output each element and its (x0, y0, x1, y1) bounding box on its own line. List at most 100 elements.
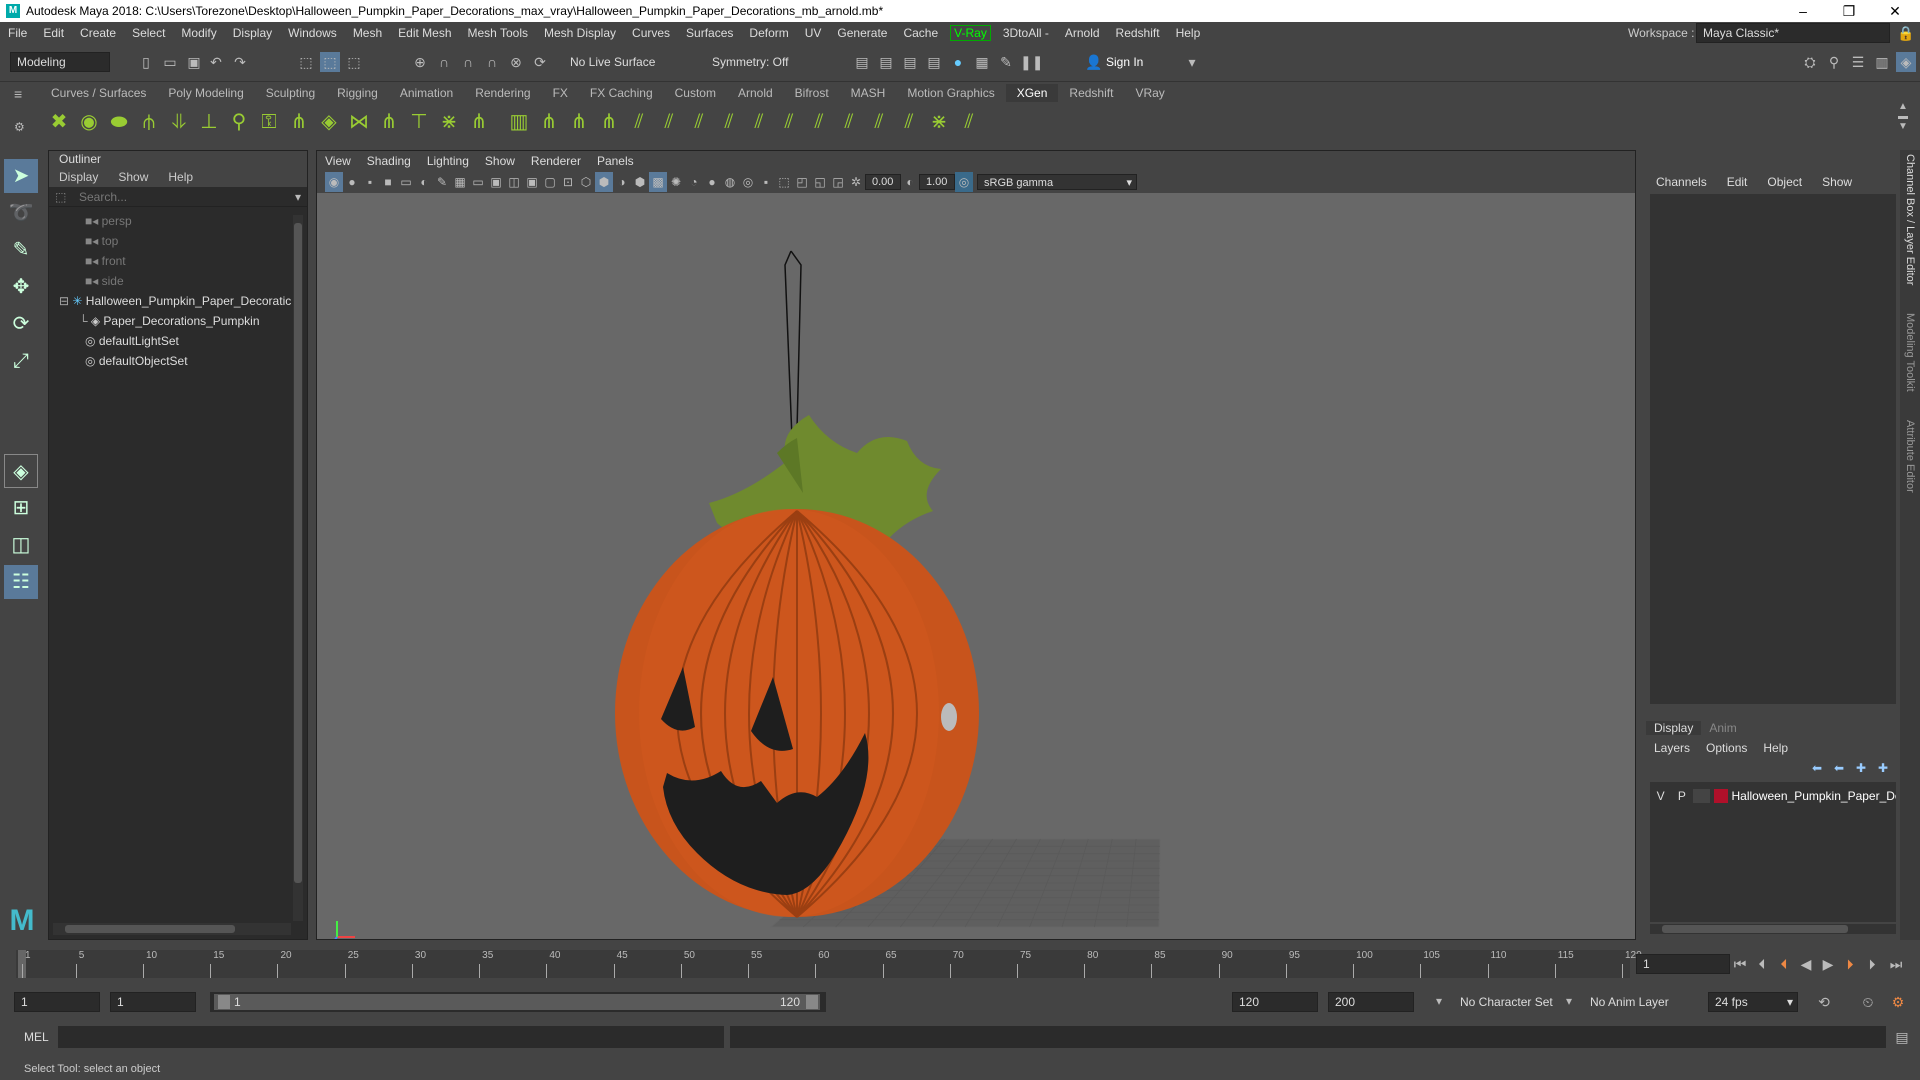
tab-poly-modeling[interactable]: Poly Modeling (157, 84, 254, 102)
open-scene-icon[interactable]: ▭ (160, 52, 180, 72)
script-editor-icon[interactable]: ▤ (1892, 1027, 1912, 1047)
field-chart-icon[interactable]: ▣ (523, 172, 541, 192)
menu-vray[interactable]: V-Ray (950, 25, 991, 41)
viewport-canvas[interactable]: persp (317, 193, 1635, 939)
layer-name[interactable]: Halloween_Pumpkin_Paper_De (1732, 789, 1897, 803)
xgen-brush-comb-icon[interactable]: ⫽ (624, 106, 654, 138)
select-tool-icon[interactable]: ➤ (4, 159, 38, 193)
isolate-select-icon[interactable]: ⬚ (775, 172, 793, 192)
snap-live-icon[interactable]: ⟳ (530, 52, 550, 72)
channel-menu-object[interactable]: Object (1757, 175, 1812, 189)
chevron-down-icon[interactable]: ▾ (1182, 52, 1202, 72)
rotate-tool-icon[interactable]: ⟳ (4, 307, 38, 341)
select-camera-icon[interactable]: ◉ (325, 172, 343, 192)
toggle-channel-box-icon[interactable]: ▥ (1872, 52, 1892, 72)
snap-point-icon[interactable]: ∩ (458, 52, 478, 72)
outliner-hscrollbar[interactable] (53, 923, 291, 935)
safe-title-icon[interactable]: ⊡ (559, 172, 577, 192)
go-to-end-icon[interactable]: ⏭ (1886, 954, 1906, 974)
shelf-scroll-arrows[interactable]: ▲ ▬ ▼ (1898, 102, 1908, 132)
snap-surface-icon[interactable]: ⊗ (506, 52, 526, 72)
xgen-sculpt-guide-icon[interactable]: ⊥ (194, 106, 224, 138)
xgen-interactive-groom-icon[interactable]: ▥ (504, 106, 534, 138)
menu-curves[interactable]: Curves (624, 26, 678, 40)
move-layer-down-icon[interactable]: ⬅ (1828, 758, 1850, 778)
lock-camera-icon[interactable]: ● (343, 172, 361, 192)
gate-mask-icon[interactable]: ◫ (505, 172, 523, 192)
xgen-guides-icon[interactable]: ⋔ (284, 106, 314, 138)
loop-icon[interactable]: ⟲ (1814, 992, 1834, 1012)
select-component-icon[interactable]: ⬚ (344, 52, 364, 72)
outliner-item-top[interactable]: ■◂ top (49, 231, 307, 251)
xgen-brush-coil-icon[interactable]: ⫽ (894, 106, 924, 138)
xgen-noise-icon[interactable]: ⋇ (434, 106, 464, 138)
ipr-render-icon[interactable]: ▤ (900, 52, 920, 72)
save-scene-icon[interactable]: ▣ (184, 52, 204, 72)
range-start-handle[interactable] (218, 995, 230, 1009)
new-scene-icon[interactable]: ▯ (136, 52, 156, 72)
xgen-brush-length-icon[interactable]: ⫽ (744, 106, 774, 138)
tab-animation[interactable]: Animation (389, 84, 464, 102)
xgen-coil-icon[interactable]: ⋔ (464, 106, 494, 138)
menu-modify[interactable]: Modify (173, 26, 224, 40)
menu-mesh-tools[interactable]: Mesh Tools (460, 26, 536, 40)
menu-3dtoall[interactable]: 3DtoAll - (995, 26, 1057, 40)
camera-attributes-icon[interactable]: ▪ (361, 172, 379, 192)
xray-icon[interactable]: ◰ (793, 172, 811, 192)
render-view-icon[interactable]: ▤ (852, 52, 872, 72)
color-management-icon[interactable]: ◎ (955, 172, 973, 192)
xgen-groom-icon[interactable]: ⬬ (104, 106, 134, 138)
collapse-icon[interactable]: ⊟ (59, 294, 72, 308)
outliner-item-side[interactable]: ■◂ side (49, 271, 307, 291)
xgen-brush-part-icon[interactable]: ⫽ (834, 106, 864, 138)
snap-curve-icon[interactable]: ∩ (434, 52, 454, 72)
tab-sculpting[interactable]: Sculpting (255, 84, 326, 102)
xgen-brush-clump-icon[interactable]: ⫽ (804, 106, 834, 138)
menu-surfaces[interactable]: Surfaces (678, 26, 741, 40)
menu-select[interactable]: Select (124, 26, 173, 40)
playback-end-field[interactable]: 120 (1232, 992, 1318, 1012)
move-layer-up-icon[interactable]: ⬅ (1806, 758, 1828, 778)
xgen-brush-select-icon[interactable]: ⫽ (954, 106, 984, 138)
outliner-item-group[interactable]: ⊟ ✳ Halloween_Pumpkin_Paper_Decoratic (49, 291, 307, 311)
viewport-menu-shading[interactable]: Shading (359, 151, 419, 171)
render-settings-icon[interactable]: ▤ (924, 52, 944, 72)
layers-menu-options[interactable]: Options (1698, 741, 1755, 755)
xgen-create-description-icon[interactable]: ◉ (74, 106, 104, 138)
xgen-brush-noise-icon[interactable]: ⫽ (864, 106, 894, 138)
xray-joints-icon[interactable]: ◲ (829, 172, 847, 192)
menu-generate[interactable]: Generate (829, 26, 895, 40)
hypershade-icon[interactable]: ● (948, 52, 968, 72)
menu-edit-mesh[interactable]: Edit Mesh (390, 26, 459, 40)
xgen-brush-grab-icon[interactable]: ⫽ (654, 106, 684, 138)
outliner-menu-display[interactable]: Display (49, 167, 108, 187)
menu-cache[interactable]: Cache (895, 26, 946, 40)
image-plane-icon[interactable]: ▭ (397, 172, 415, 192)
outliner-vscroll-thumb[interactable] (294, 223, 302, 883)
tab-curves-surfaces[interactable]: Curves / Surfaces (40, 84, 157, 102)
tab-rigging[interactable]: Rigging (326, 84, 389, 102)
xgen-layer-icon[interactable]: ◈ (314, 106, 344, 138)
render-setup-icon[interactable]: ▦ (972, 52, 992, 72)
range-end-handle[interactable] (806, 995, 818, 1009)
shadows-icon[interactable]: ◔ (685, 172, 703, 192)
2d-pan-zoom-icon[interactable]: ◐ (415, 172, 433, 192)
close-button[interactable]: ✕ (1872, 0, 1918, 22)
symmetry-dropdown[interactable]: Symmetry: Off (712, 55, 788, 69)
xgen-editor-icon[interactable]: ✖ (44, 106, 74, 138)
layer-playback-toggle[interactable]: P (1671, 789, 1692, 803)
outliner-item-mesh[interactable]: └ ◈ Paper_Decorations_Pumpkin (49, 311, 307, 331)
viewport-menu-panels[interactable]: Panels (589, 151, 642, 171)
undo-icon[interactable]: ↶ (206, 52, 226, 72)
textured-icon[interactable]: ▩ (649, 172, 667, 192)
paint-select-tool-icon[interactable]: ✎ (4, 233, 38, 267)
xgen-brush-freeze-icon[interactable]: ⫽ (714, 106, 744, 138)
grease-pencil-icon[interactable]: ✎ (433, 172, 451, 192)
time-slider-track[interactable]: 1 5 10 15 20 25 30 35 40 45 50 55 60 65 70 75 80 85 90 95 10… (16, 950, 1642, 978)
bookmarks-icon[interactable]: ■ (379, 172, 397, 192)
single-perspective-view-icon[interactable]: ◈ (4, 454, 38, 488)
outliner-layout-icon[interactable]: ☷ (4, 565, 38, 599)
wireframe-on-shaded-icon[interactable]: ⬢ (631, 172, 649, 192)
tab-custom[interactable]: Custom (664, 84, 727, 102)
viewport-menu-show[interactable]: Show (477, 151, 523, 171)
